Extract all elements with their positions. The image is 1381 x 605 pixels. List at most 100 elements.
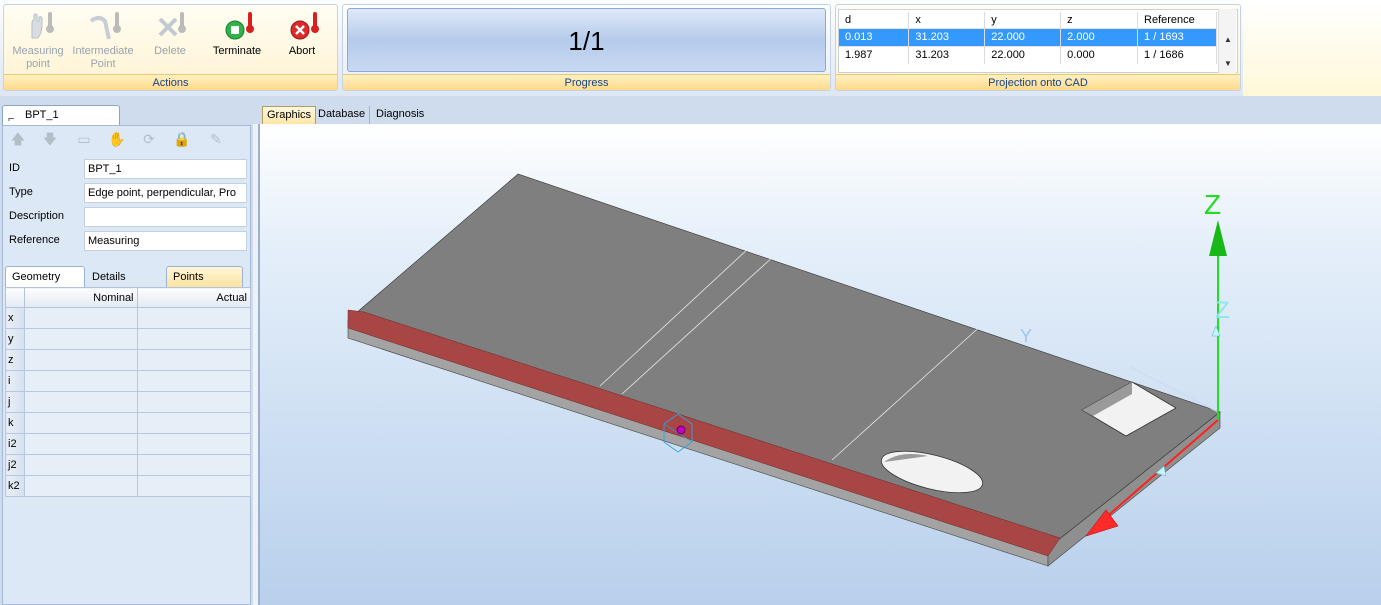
actions-group: Measuring point Intermediate Point Delet… — [3, 4, 338, 91]
edit-pencil-icon[interactable]: ✎ — [207, 130, 225, 148]
intermediate-point-button[interactable]: Intermediate Point — [69, 9, 137, 73]
geometry-nominal-cell[interactable] — [23, 433, 138, 455]
projection-col-z[interactable]: z — [1060, 12, 1139, 28]
type-field[interactable]: Edge point, perpendicular, Pro — [84, 183, 247, 203]
graphics-viewport[interactable]: Y Z Z — [258, 124, 1381, 605]
geometry-actual-cell[interactable] — [136, 391, 252, 413]
geometry-actual-cell[interactable] — [136, 412, 252, 434]
projection-cell: 2.000 — [1060, 27, 1139, 46]
lock-icon[interactable]: 🔒 — [173, 130, 191, 148]
geometry-col-nominal[interactable]: Nominal — [23, 287, 138, 308]
ribbon-background — [1243, 0, 1381, 96]
geometry-row-header: i — [5, 370, 25, 392]
projection-cell: 22.000 — [984, 45, 1062, 64]
geometry-actual-cell[interactable] — [136, 454, 252, 476]
tab-details[interactable]: Details — [85, 266, 163, 287]
terminate-button[interactable]: Terminate — [204, 9, 270, 73]
geometry-row-header: x — [5, 307, 25, 329]
intermediate-path-icon — [85, 11, 121, 41]
geometry-nominal-cell[interactable] — [23, 454, 138, 476]
refresh-icon[interactable]: ⟳ — [140, 130, 158, 148]
progress-display: 1/1 — [347, 8, 826, 72]
geometry-actual-cell[interactable] — [136, 349, 252, 371]
geometry-nominal-cell[interactable] — [23, 391, 138, 413]
projection-row[interactable]: 1.987 31.203 22.000 0.000 1 / 1686 — [839, 45, 1217, 64]
geometry-row[interactable]: j — [5, 391, 252, 413]
delete-label: Delete — [154, 45, 186, 57]
abort-label: Abort — [288, 45, 316, 57]
geometry-actual-cell[interactable] — [136, 307, 252, 329]
geometry-nominal-cell[interactable] — [23, 307, 138, 329]
geometry-grid[interactable]: Nominal Actual x y z i j k i2 j2 k2 — [5, 287, 252, 497]
arrow-up-icon[interactable]: 🡅 — [9, 130, 27, 148]
projection-col-d[interactable]: d — [839, 12, 910, 28]
geometry-nominal-cell[interactable] — [23, 328, 138, 350]
geometry-row[interactable]: z — [5, 349, 252, 371]
projection-cell: 22.000 — [984, 27, 1062, 46]
progress-group: 1/1 Progress — [342, 4, 831, 91]
cad-scene[interactable]: Y Z Z — [260, 124, 1381, 605]
delete-cross-icon — [152, 11, 188, 41]
reference-field[interactable]: Measuring — [84, 231, 247, 251]
z-axis-arrowhead — [1209, 220, 1227, 256]
description-field[interactable] — [84, 207, 247, 227]
delete-button[interactable]: Delete — [144, 9, 196, 73]
tab-diagnosis[interactable]: Diagnosis — [372, 106, 428, 124]
id-field[interactable]: BPT_1 — [84, 159, 247, 179]
progress-group-label: Progress — [343, 74, 830, 90]
geometry-nominal-cell[interactable] — [23, 475, 138, 497]
scroll-up-icon[interactable]: ▲ — [1224, 35, 1232, 44]
geometry-row[interactable]: k — [5, 412, 252, 434]
geometry-nominal-cell[interactable] — [23, 349, 138, 371]
projection-col-x[interactable]: x — [908, 12, 986, 28]
geometry-row[interactable]: x — [5, 307, 252, 329]
arrow-down-icon[interactable]: 🡇 — [41, 130, 59, 148]
detail-tabs: Geometry Details Points — [5, 266, 250, 287]
geometry-row-header: j2 — [5, 454, 25, 476]
geometry-nominal-cell[interactable] — [23, 412, 138, 434]
measuring-point-label: Measuring point — [12, 45, 64, 70]
measuring-point-button[interactable]: Measuring point — [7, 9, 69, 73]
abort-button[interactable]: Abort — [274, 9, 330, 73]
projection-group-label: Projection onto CAD — [836, 74, 1240, 90]
projection-cell: 1 / 1686 — [1137, 45, 1217, 64]
geometry-nominal-cell[interactable] — [23, 370, 138, 392]
projection-cell: 0.013 — [839, 27, 910, 46]
projection-cell: 1.987 — [839, 45, 910, 64]
projection-scrollbar[interactable]: ▲ ▼ — [1218, 9, 1236, 73]
projection-col-y[interactable]: y — [984, 12, 1062, 28]
geometry-actual-cell[interactable] — [136, 475, 252, 497]
projection-group: d x y z Reference 0.013 31.203 22.000 2.… — [835, 4, 1241, 91]
projection-row[interactable]: 0.013 31.203 22.000 2.000 1 / 1693 — [839, 27, 1217, 46]
terminate-icon — [219, 11, 255, 41]
hand-probe-icon — [20, 11, 56, 41]
geometry-actual-cell[interactable] — [136, 433, 252, 455]
tab-graphics[interactable]: Graphics — [262, 106, 317, 124]
projection-cell: 31.203 — [908, 45, 986, 64]
z-axis-secondary-label: Z — [1215, 297, 1230, 324]
element-properties: 🡅 🡇 ▭ ✋ ⟳ 🔒 ✎ ID BPT_1 Type Edge point, … — [2, 125, 252, 605]
geometry-row[interactable]: j2 — [5, 454, 252, 476]
abort-icon — [284, 11, 320, 41]
tab-database[interactable]: Database — [314, 106, 371, 124]
id-label: ID — [9, 162, 20, 174]
scroll-down-icon[interactable]: ▼ — [1224, 59, 1232, 68]
geometry-actual-cell[interactable] — [136, 328, 252, 350]
geometry-col-actual[interactable]: Actual — [136, 287, 252, 308]
projection-table[interactable]: d x y z Reference 0.013 31.203 22.000 2.… — [839, 12, 1217, 64]
ribbon: Measuring point Intermediate Point Delet… — [0, 0, 1381, 96]
geometry-actual-cell[interactable] — [136, 370, 252, 392]
tab-geometry[interactable]: Geometry — [5, 266, 85, 287]
open-folder-icon[interactable]: ▭ — [75, 130, 93, 148]
tab-points[interactable]: Points — [166, 266, 243, 287]
z-axis-label: Z — [1204, 189, 1221, 220]
geometry-row[interactable]: i2 — [5, 433, 252, 455]
hand-probe-icon[interactable]: ✋ — [108, 130, 126, 148]
geometry-header-row: Nominal Actual — [5, 287, 252, 308]
geometry-row[interactable]: k2 — [5, 475, 252, 497]
tab-bpt-1[interactable]: ⌐ BPT_1 — [2, 105, 120, 125]
geometry-row-header: k — [5, 412, 25, 434]
projection-col-reference[interactable]: Reference — [1137, 12, 1217, 28]
geometry-row[interactable]: i — [5, 370, 252, 392]
geometry-row[interactable]: y — [5, 328, 252, 350]
